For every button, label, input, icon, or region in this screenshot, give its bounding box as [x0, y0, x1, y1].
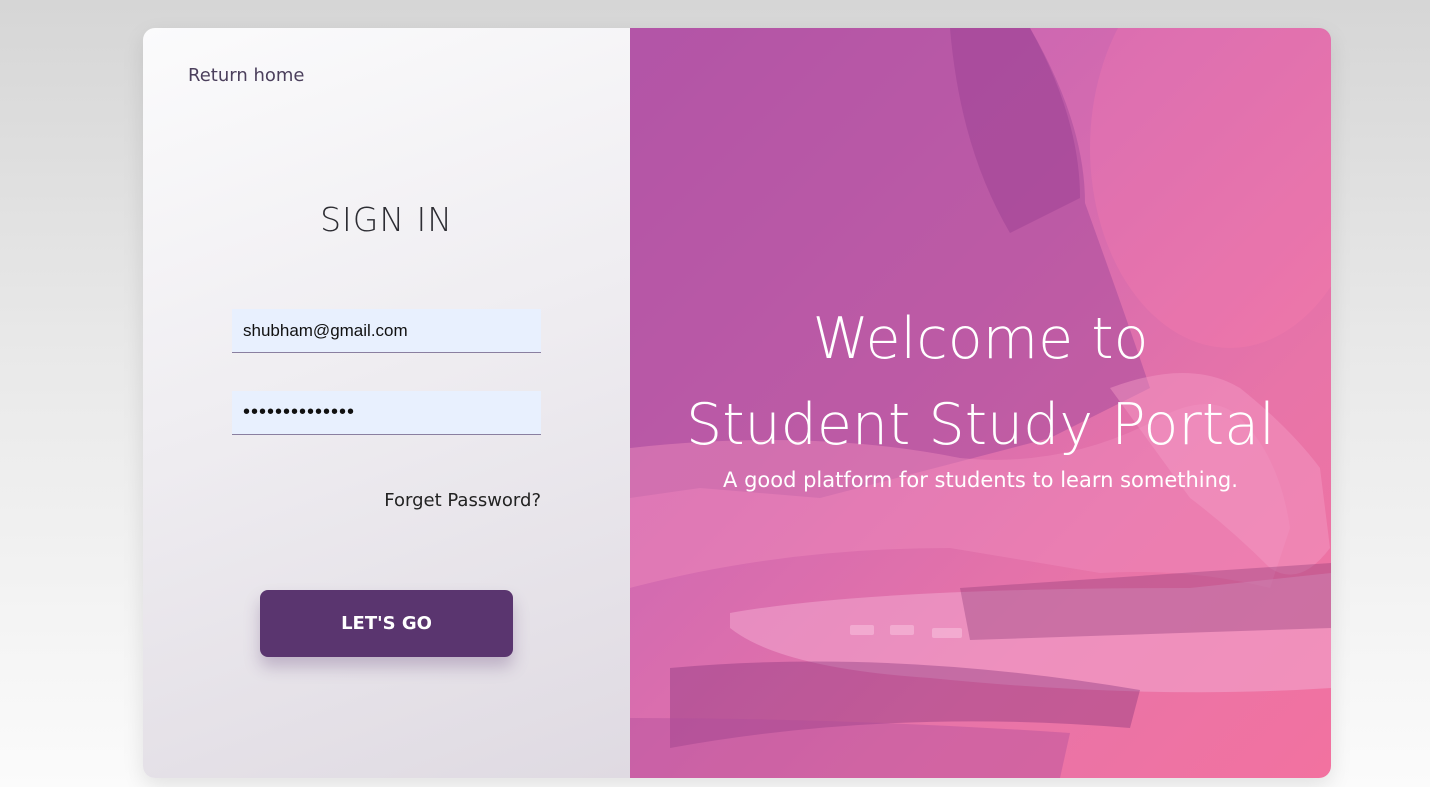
hero-title-line2: Student Study Portal — [686, 392, 1275, 458]
email-field[interactable] — [232, 309, 541, 353]
signin-title: SIGN IN — [320, 200, 453, 239]
password-field[interactable] — [232, 391, 541, 435]
return-home-link[interactable]: Return home — [188, 65, 304, 86]
forget-password-link[interactable]: Forget Password? — [384, 490, 541, 511]
hero-title-line1: Welcome to — [812, 306, 1149, 372]
hero-subtitle: A good platform for students to learn so… — [723, 468, 1238, 492]
lets-go-button[interactable]: LET'S GO — [260, 590, 513, 657]
signin-panel: Return home SIGN IN Forget Password? LET… — [143, 28, 630, 778]
signin-card: Return home SIGN IN Forget Password? LET… — [143, 28, 1331, 778]
hero-text: Welcome to Student Study Portal A good p… — [630, 296, 1331, 492]
hero-panel: Welcome to Student Study Portal A good p… — [630, 28, 1331, 778]
